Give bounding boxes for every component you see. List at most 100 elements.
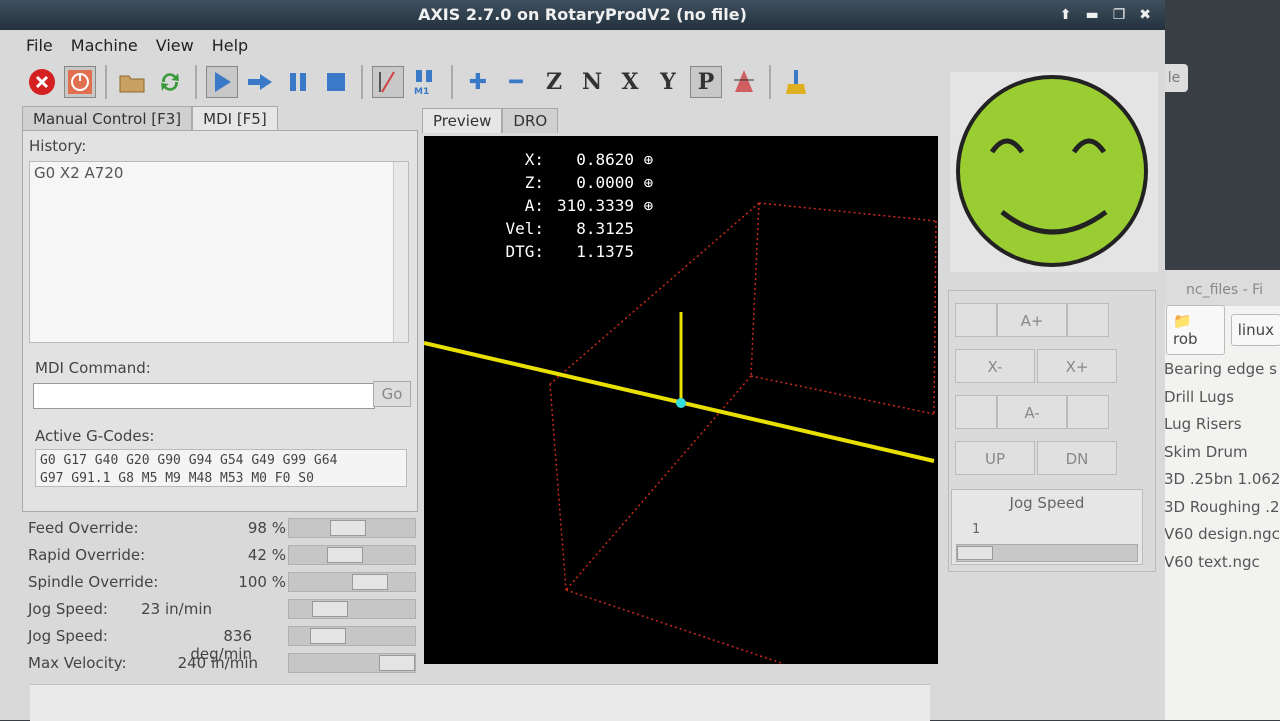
tab-manual-control[interactable]: Manual Control [F3]: [22, 106, 193, 131]
optional-stop-icon[interactable]: M1: [410, 66, 442, 98]
dro-row-x: X: 0.8620 ⊕: [464, 150, 654, 173]
file-manager-path: 📁 rob linux: [1156, 305, 1280, 355]
view-p-icon[interactable]: P: [690, 66, 722, 98]
file-item[interactable]: Drill Lugs: [1164, 388, 1280, 416]
path-crumb-linux[interactable]: linux: [1230, 314, 1280, 346]
slider-knob[interactable]: [957, 546, 993, 560]
jog-blank-button[interactable]: [955, 303, 997, 337]
clear-plot-icon[interactable]: [780, 66, 812, 98]
path-crumb-rob[interactable]: 📁 rob: [1166, 305, 1225, 355]
slider-knob[interactable]: [352, 574, 388, 590]
machine-bounds-box: [549, 202, 937, 664]
jog-speed-linear-slider[interactable]: [288, 599, 416, 619]
history-scrollbar[interactable]: [393, 162, 408, 342]
left-tabs: Manual Control [F3] MDI [F5]: [22, 106, 278, 131]
rapid-override-slider[interactable]: [288, 545, 416, 565]
slider-knob[interactable]: [310, 628, 346, 644]
history-list[interactable]: G0 X2 A720: [29, 161, 409, 343]
history-entry[interactable]: G0 X2 A720: [30, 162, 408, 184]
jog-a-minus-button[interactable]: A-: [997, 395, 1067, 429]
zoom-in-icon[interactable]: ✚: [462, 66, 494, 98]
reload-icon[interactable]: [154, 66, 186, 98]
mdi-panel: History: G0 X2 A720 MDI Command: Go Acti…: [22, 130, 418, 512]
override-name: Max Velocity:: [28, 654, 127, 672]
feed-override-slider[interactable]: [288, 518, 416, 538]
jog-up-button[interactable]: UP: [955, 441, 1035, 475]
menu-file[interactable]: File: [26, 36, 53, 55]
file-item[interactable]: Skim Drum: [1164, 443, 1280, 471]
menu-view[interactable]: View: [156, 36, 194, 55]
active-gcodes-line: G97 G91.1 G8 M5 M9 M48 M53 M0 F0 S0: [40, 471, 314, 486]
file-item[interactable]: V60 design.ngc: [1164, 525, 1280, 553]
block-delete-icon[interactable]: [372, 66, 404, 98]
spindle-override-slider[interactable]: [288, 572, 416, 592]
dro-axis: Z:: [524, 173, 544, 192]
jog-blank-button[interactable]: [1067, 395, 1109, 429]
pause-icon[interactable]: [282, 66, 314, 98]
file-manager-title: nc_files - Fi: [1156, 270, 1280, 306]
file-manager-window: nc_files - Fi 📁 rob linux Bearing edge s…: [1155, 270, 1280, 720]
step-icon[interactable]: [244, 66, 276, 98]
file-item[interactable]: 3D Roughing .2: [1164, 498, 1280, 526]
file-item[interactable]: 3D .25bn 1.062: [1164, 470, 1280, 498]
open-folder-icon[interactable]: [116, 66, 148, 98]
toolbar-separator: [195, 65, 197, 99]
slider-knob[interactable]: [327, 547, 363, 563]
jog-blank-button[interactable]: [955, 395, 997, 429]
minimize-icon[interactable]: ▬: [1085, 0, 1098, 30]
override-name: Feed Override:: [28, 519, 139, 537]
maximize-icon[interactable]: ❐: [1113, 0, 1126, 30]
dro-axis: X:: [524, 150, 544, 169]
tab-preview[interactable]: Preview: [422, 108, 503, 133]
mdi-command-input[interactable]: [33, 383, 375, 409]
override-value: 98 %: [247, 519, 286, 537]
jog-x-plus-button[interactable]: X+: [1037, 349, 1117, 383]
svg-text:M1: M1: [414, 87, 429, 96]
file-item[interactable]: Bearing edge s: [1164, 360, 1280, 388]
dro-value: 0.0000: [576, 173, 634, 192]
power-icon[interactable]: [64, 66, 96, 98]
file-item[interactable]: Lug Risers: [1164, 415, 1280, 443]
status-bar: [30, 684, 930, 721]
stop-icon[interactable]: [320, 66, 352, 98]
window-controls: ⬆ ▬ ❐ ✖: [1060, 0, 1151, 30]
tab-dro[interactable]: DRO: [502, 108, 559, 133]
preview-tabs: Preview DRO: [422, 108, 559, 133]
run-icon[interactable]: [206, 66, 238, 98]
jog-speed-label: Jog Speed: [1009, 494, 1085, 512]
jog-blank-button[interactable]: [1067, 303, 1109, 337]
rotate-view-icon[interactable]: [728, 66, 760, 98]
window-title: AXIS 2.7.0 on RotaryProdV2 (no file): [418, 5, 747, 24]
jog-speed-angular-slider[interactable]: [288, 626, 416, 646]
view-y-icon[interactable]: Y: [652, 66, 684, 98]
dro-value: 1.1375: [576, 242, 634, 261]
view-x-icon[interactable]: X: [614, 66, 646, 98]
max-velocity-slider[interactable]: [288, 653, 416, 673]
close-icon[interactable]: ✖: [1139, 0, 1151, 30]
estop-icon[interactable]: [26, 66, 58, 98]
go-button[interactable]: Go: [373, 381, 411, 407]
view-z-icon[interactable]: Z: [538, 66, 570, 98]
menu-machine[interactable]: Machine: [71, 36, 138, 55]
toolbar-separator: [769, 65, 771, 99]
slider-knob[interactable]: [312, 601, 348, 617]
homed-icon: ⊕: [634, 196, 654, 215]
jog-x-minus-button[interactable]: X-: [955, 349, 1035, 383]
jog-a-plus-button[interactable]: A+: [997, 303, 1067, 337]
slider-knob[interactable]: [379, 655, 415, 671]
axis-window: AXIS 2.7.0 on RotaryProdV2 (no file) ⬆ ▬…: [0, 0, 1165, 721]
preview-canvas[interactable]: X: 0.8620 ⊕ Z: 0.0000 ⊕ A: 310.3339 ⊕ Vel: 8…: [424, 136, 938, 664]
view-z2-icon[interactable]: N: [576, 66, 608, 98]
pin-icon[interactable]: ⬆: [1060, 0, 1072, 30]
dro-axis: Vel:: [505, 219, 544, 238]
zoom-out-icon[interactable]: ━: [500, 66, 532, 98]
jog-down-button[interactable]: DN: [1037, 441, 1117, 475]
file-item[interactable]: V60 text.ngc: [1164, 553, 1280, 581]
jog-speed-slider[interactable]: [956, 544, 1138, 562]
slider-knob[interactable]: [330, 520, 366, 536]
rapid-override-row: Rapid Override: 42 %: [22, 541, 418, 568]
menu-help[interactable]: Help: [212, 36, 248, 55]
file-list: Bearing edge s Drill Lugs Lug Risers Ski…: [1156, 360, 1280, 580]
override-value: 23 in/min: [141, 600, 212, 618]
tab-mdi[interactable]: MDI [F5]: [192, 106, 278, 131]
